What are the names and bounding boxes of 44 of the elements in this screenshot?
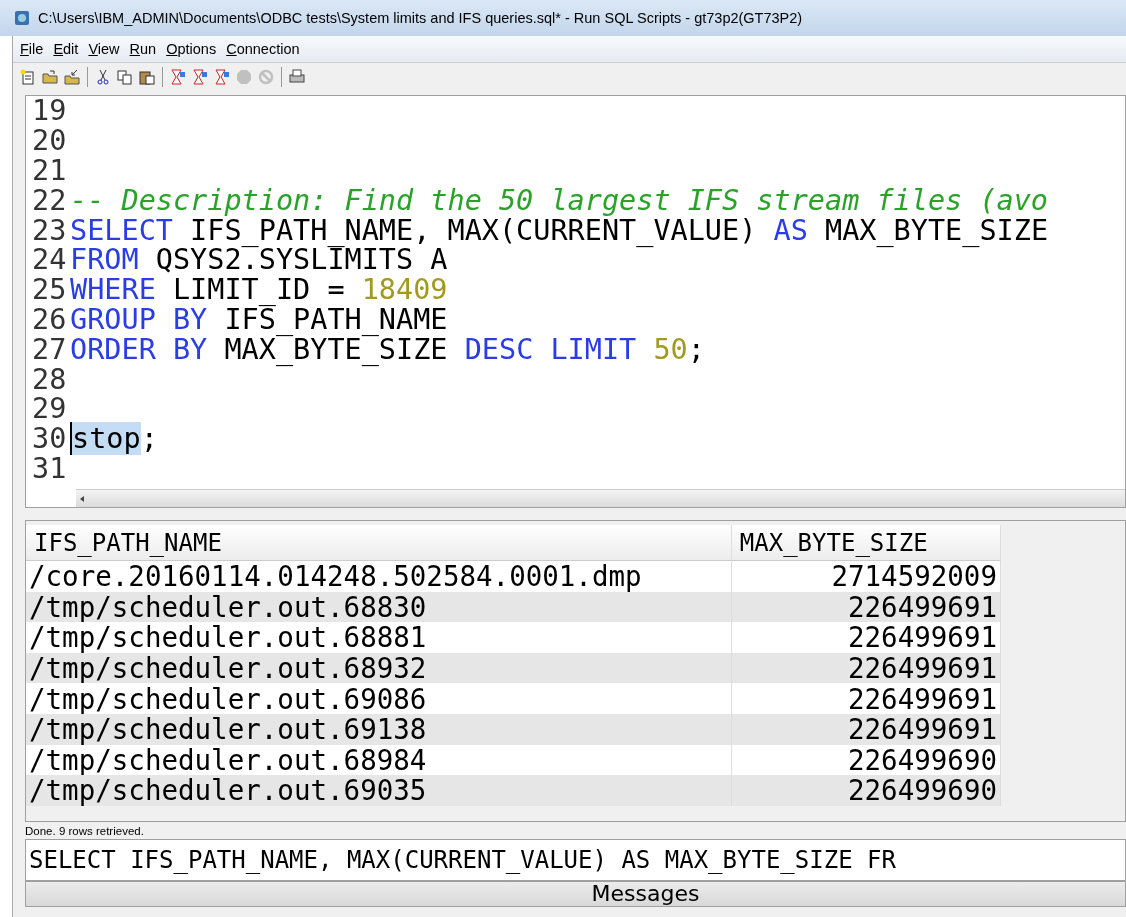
menu-item[interactable]: View bbox=[87, 40, 121, 58]
toolbar-button[interactable] bbox=[63, 67, 81, 87]
stop-icon bbox=[236, 69, 252, 85]
paste-icon bbox=[139, 69, 155, 85]
cut-icon bbox=[95, 69, 111, 85]
table-cell: /tmp/scheduler.out.68881 bbox=[26, 622, 732, 653]
table-cell: /core.20160114.014248.502584.0001.dmp bbox=[26, 561, 732, 592]
toolbar-button[interactable] bbox=[19, 67, 37, 87]
table-cell: /tmp/scheduler.out.69086 bbox=[26, 683, 732, 714]
table-cell: 226499691 bbox=[731, 713, 1001, 745]
table-cell: 2714592009 bbox=[731, 561, 1001, 592]
toolbar-button[interactable] bbox=[213, 67, 231, 87]
column-header[interactable]: MAX_BYTE_SIZE bbox=[731, 525, 1001, 561]
hourglass-icon bbox=[214, 69, 230, 85]
horizontal-scrollbar[interactable] bbox=[76, 489, 1125, 507]
hourglass-icon bbox=[192, 69, 208, 85]
window-title: C:\Users\IBM_ADMIN\Documents\ODBC tests\System limits and IFS queries.sql* - Run SQL Scripts - gt73p2(GT73P2) bbox=[38, 10, 803, 26]
menu-item[interactable]: Edit bbox=[52, 40, 80, 58]
app-icon bbox=[14, 10, 30, 26]
column-header[interactable]: IFS_PATH_NAME bbox=[26, 525, 732, 561]
toolbar-button[interactable] bbox=[41, 67, 59, 87]
cancel-icon bbox=[258, 69, 274, 85]
menu-item[interactable]: Run bbox=[128, 40, 158, 58]
table-cell: /tmp/scheduler.out.69035 bbox=[26, 775, 732, 806]
folder-arrow-icon bbox=[64, 69, 80, 85]
folder-icon bbox=[42, 69, 58, 85]
menu-item[interactable]: File bbox=[19, 40, 45, 58]
hourglass-icon bbox=[170, 69, 186, 85]
copy-icon bbox=[117, 69, 133, 85]
messages-tab[interactable]: Messages bbox=[591, 882, 700, 906]
toolbar-button[interactable] bbox=[191, 67, 209, 87]
printer-icon bbox=[289, 69, 305, 85]
menu-item[interactable]: Connection bbox=[225, 40, 301, 58]
table-cell: /tmp/scheduler.out.69138 bbox=[26, 713, 732, 745]
code-line: -- Description: Find the 50 largest IFS stream files (avo bbox=[70, 183, 1049, 217]
menu-item[interactable]: Options bbox=[165, 40, 218, 58]
code-editor[interactable] bbox=[25, 95, 1126, 508]
toolbar-button[interactable] bbox=[116, 67, 134, 87]
new-file-icon bbox=[20, 69, 36, 85]
toolbar-button[interactable] bbox=[94, 67, 112, 87]
toolbar-button[interactable] bbox=[169, 67, 187, 87]
table-cell: 226499691 bbox=[731, 683, 1001, 714]
table-cell: 226499690 bbox=[731, 775, 1001, 806]
table-cell: 226499691 bbox=[731, 622, 1001, 653]
